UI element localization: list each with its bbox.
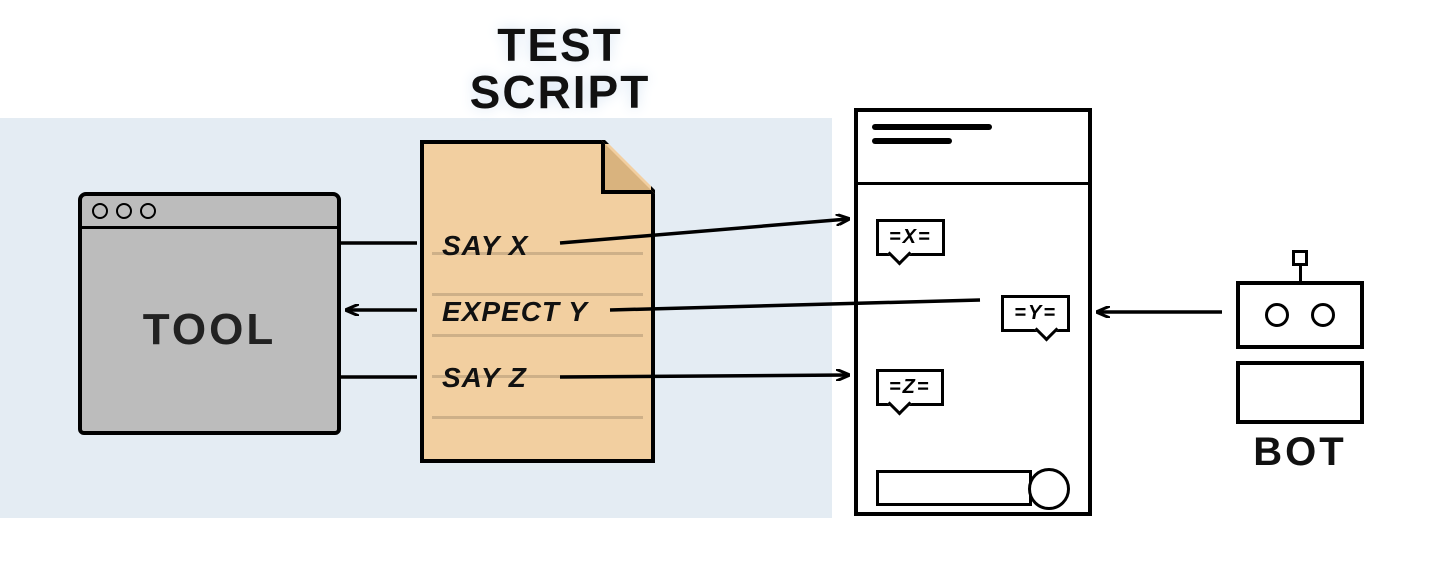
chat-bubble-x: =X=: [876, 219, 945, 256]
chat-bubble-z: =Z=: [876, 369, 944, 406]
window-dot-icon: [140, 203, 156, 219]
script-title-line1: TEST: [430, 22, 690, 69]
script-title-line2: SCRIPT: [430, 69, 690, 116]
bot-eye-icon: [1265, 303, 1289, 327]
chat-window: =X= =Y= =Z=: [854, 108, 1092, 516]
chat-window-body: =X= =Y= =Z=: [858, 185, 1088, 524]
test-script-document: SAY X EXPECT Y SAY Z: [420, 140, 655, 463]
chat-send-button-icon: [1028, 468, 1070, 510]
chat-subtitle-line-icon: [872, 138, 952, 144]
window-dot-icon: [116, 203, 132, 219]
bot-body-icon: [1236, 361, 1364, 424]
script-line-say-x: SAY X: [442, 230, 528, 262]
bot-figure: BOT: [1230, 250, 1370, 475]
window-dot-icon: [92, 203, 108, 219]
bot-eye-icon: [1311, 303, 1335, 327]
chat-bubble-y: =Y=: [1001, 295, 1070, 332]
bot-head-icon: [1236, 281, 1364, 349]
chat-input-placeholder-icon: [876, 470, 1032, 506]
chat-window-header: [858, 112, 1088, 185]
bot-antenna-tip-icon: [1292, 250, 1308, 266]
script-title: TEST SCRIPT: [430, 22, 690, 116]
tool-window-body: TOOL: [82, 229, 337, 431]
script-line-say-z: SAY Z: [442, 362, 527, 394]
tool-window-titlebar: [82, 196, 337, 229]
tool-label: TOOL: [143, 305, 276, 355]
chat-title-line-icon: [872, 124, 992, 130]
tool-window: TOOL: [78, 192, 341, 435]
script-line-expect-y: EXPECT Y: [442, 296, 588, 328]
bot-label: BOT: [1230, 430, 1370, 475]
bot-antenna-icon: [1299, 265, 1302, 281]
